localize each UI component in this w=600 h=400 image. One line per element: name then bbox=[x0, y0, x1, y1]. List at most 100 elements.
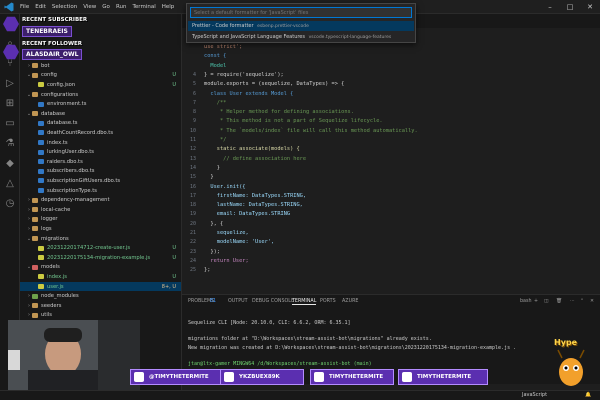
close-panel-icon[interactable]: ✕ bbox=[590, 299, 594, 304]
more-actions-icon[interactable]: ⋯ bbox=[570, 299, 575, 304]
status-bar: JavaScript 🔔 bbox=[0, 390, 600, 400]
tree-item[interactable]: subscriptionGiftUsers.dbo.ts bbox=[20, 176, 181, 186]
tree-item[interactable]: subscriptionType.ts bbox=[20, 186, 181, 196]
line-number: 11 bbox=[189, 137, 196, 143]
tree-item-label: index.js bbox=[47, 273, 67, 280]
twitch-icon bbox=[402, 372, 412, 382]
menu-run[interactable]: Run bbox=[116, 4, 127, 10]
tab-azure[interactable]: AZURE bbox=[342, 299, 358, 304]
tree-item[interactable]: ⌄ migrations bbox=[20, 234, 181, 244]
tree-item-label: migrations bbox=[41, 235, 69, 242]
folder-icon bbox=[32, 226, 38, 232]
tree-item[interactable]: 20231220175134-migration-example.js U bbox=[20, 253, 181, 263]
notifications-bell-icon[interactable]: 🔔 bbox=[585, 392, 591, 398]
testing-icon[interactable]: ⚗ bbox=[4, 138, 16, 150]
tab-debug-console[interactable]: DEBUG CONSOLE bbox=[252, 299, 294, 304]
line-number: 22 bbox=[189, 239, 196, 246]
code-line: Model bbox=[204, 62, 227, 69]
problems-count: 81 bbox=[210, 299, 217, 304]
tree-item[interactable]: deathCountRecord.dbo.ts bbox=[20, 128, 181, 138]
file-icon bbox=[38, 255, 44, 261]
menu-selection[interactable]: Selection bbox=[52, 4, 77, 10]
tree-item[interactable]: ⌄ config U bbox=[20, 71, 181, 81]
tree-item[interactable]: config.json U bbox=[20, 80, 181, 90]
line-number: 14 bbox=[189, 164, 196, 171]
run-debug-icon[interactable]: ▷ bbox=[4, 78, 16, 90]
tree-item[interactable]: › logs bbox=[20, 224, 181, 234]
line-number: 9 bbox=[192, 118, 196, 125]
tree-item[interactable]: index.ts bbox=[20, 138, 181, 148]
tree-item[interactable]: › seeders bbox=[20, 301, 181, 311]
tree-item[interactable]: index.js U bbox=[20, 272, 181, 282]
file-icon bbox=[38, 274, 44, 280]
tree-item[interactable]: user.js 8+, U bbox=[20, 281, 181, 292]
timeline-icon[interactable]: ◷ bbox=[4, 198, 16, 210]
file-icon bbox=[38, 284, 44, 290]
azure-icon[interactable]: △ bbox=[4, 178, 16, 190]
tree-item[interactable]: subscribers.dbo.ts bbox=[20, 167, 181, 177]
palette-option-id: vscode.typescript-language-features bbox=[308, 35, 392, 40]
source-control-icon[interactable]: ⑂ bbox=[4, 58, 16, 70]
file-icon bbox=[38, 82, 44, 88]
mascot-termite: Hype bbox=[548, 338, 594, 390]
palette-option-prettier[interactable]: Prettier - Code formatter esbenp.prettie… bbox=[188, 21, 414, 31]
language-mode[interactable]: JavaScript bbox=[522, 392, 547, 398]
code-line: */ bbox=[204, 137, 227, 143]
docker-icon[interactable]: ◆ bbox=[4, 158, 16, 170]
palette-option-name: TypeScript and JavaScript Language Featu… bbox=[192, 34, 305, 40]
minimize-button[interactable]: – bbox=[540, 0, 560, 14]
extensions-icon[interactable]: ⊞ bbox=[4, 98, 16, 110]
menu-terminal[interactable]: Terminal bbox=[132, 4, 155, 10]
code-line: * Helper method for defining association… bbox=[204, 109, 354, 116]
tree-item[interactable]: lurkingUser.dbo.ts bbox=[20, 147, 181, 157]
maximize-panel-icon[interactable]: ⌃ bbox=[580, 299, 584, 304]
tree-item[interactable]: › logger bbox=[20, 215, 181, 225]
remote-explorer-icon[interactable]: ▭ bbox=[4, 118, 16, 130]
tree-item[interactable]: › utils bbox=[20, 311, 181, 321]
menu-go[interactable]: Go bbox=[102, 4, 110, 10]
code-editor[interactable]: use strict'; const { Model} = require('se… bbox=[182, 14, 600, 294]
line-number: 8 bbox=[192, 109, 196, 116]
tree-item[interactable]: ⌄ models bbox=[20, 263, 181, 273]
menu-edit[interactable]: Edit bbox=[35, 4, 46, 10]
tree-item[interactable]: ⌄ database bbox=[20, 109, 181, 119]
folder-icon bbox=[32, 236, 38, 242]
instagram-icon bbox=[314, 372, 324, 382]
palette-input[interactable] bbox=[190, 7, 412, 18]
tree-item[interactable]: › node_modules bbox=[20, 291, 181, 301]
tree-item-label: models bbox=[41, 264, 60, 271]
menu-help[interactable]: Help bbox=[162, 4, 175, 10]
tree-item-label: user.js bbox=[47, 283, 64, 290]
git-status-badge: 8+, U bbox=[161, 283, 176, 290]
code-line: email: DataTypes.STRING bbox=[204, 211, 291, 218]
code-line: class User extends Model { bbox=[204, 90, 294, 97]
kill-terminal-icon[interactable]: 🗑 bbox=[556, 299, 562, 304]
add-terminal-icon[interactable]: + bbox=[534, 299, 538, 304]
tab-ports[interactable]: PORTS bbox=[320, 299, 336, 304]
tree-item[interactable]: raiders.dbo.ts bbox=[20, 157, 181, 167]
tree-item[interactable]: 20231220174712-create-user.js U bbox=[20, 243, 181, 253]
line-number: 13 bbox=[189, 155, 196, 162]
line-number: 5 bbox=[192, 81, 196, 88]
tree-item[interactable]: environment.ts bbox=[20, 99, 181, 109]
streamer-image bbox=[8, 320, 140, 392]
menu-file[interactable]: File bbox=[20, 4, 29, 10]
code-line: modelName: 'User', bbox=[204, 239, 275, 246]
tree-item[interactable]: › dependency-management bbox=[20, 195, 181, 205]
tree-item-label: 20231220175134-migration-example.js bbox=[47, 254, 151, 261]
code-line: // define association here bbox=[204, 155, 307, 162]
tab-output[interactable]: OUTPUT bbox=[228, 299, 248, 304]
terminal-name[interactable]: bash bbox=[520, 299, 532, 304]
tree-item[interactable]: › local-cache bbox=[20, 205, 181, 215]
tree-item[interactable]: › bot bbox=[20, 61, 181, 71]
menu-view[interactable]: View bbox=[83, 4, 96, 10]
split-terminal-icon[interactable]: ◫ bbox=[544, 299, 549, 304]
tree-item[interactable]: database.ts bbox=[20, 119, 181, 129]
tree-item[interactable]: ⌄ configurations bbox=[20, 90, 181, 100]
palette-option-typescript[interactable]: TypeScript and JavaScript Language Featu… bbox=[188, 32, 414, 42]
maximize-button[interactable]: □ bbox=[560, 0, 580, 14]
tab-terminal[interactable]: TERMINAL bbox=[292, 299, 317, 305]
palette-option-id: esbenp.prettier-vscode bbox=[257, 24, 309, 29]
close-button[interactable]: ✕ bbox=[580, 0, 600, 14]
code-line: } bbox=[204, 174, 214, 181]
